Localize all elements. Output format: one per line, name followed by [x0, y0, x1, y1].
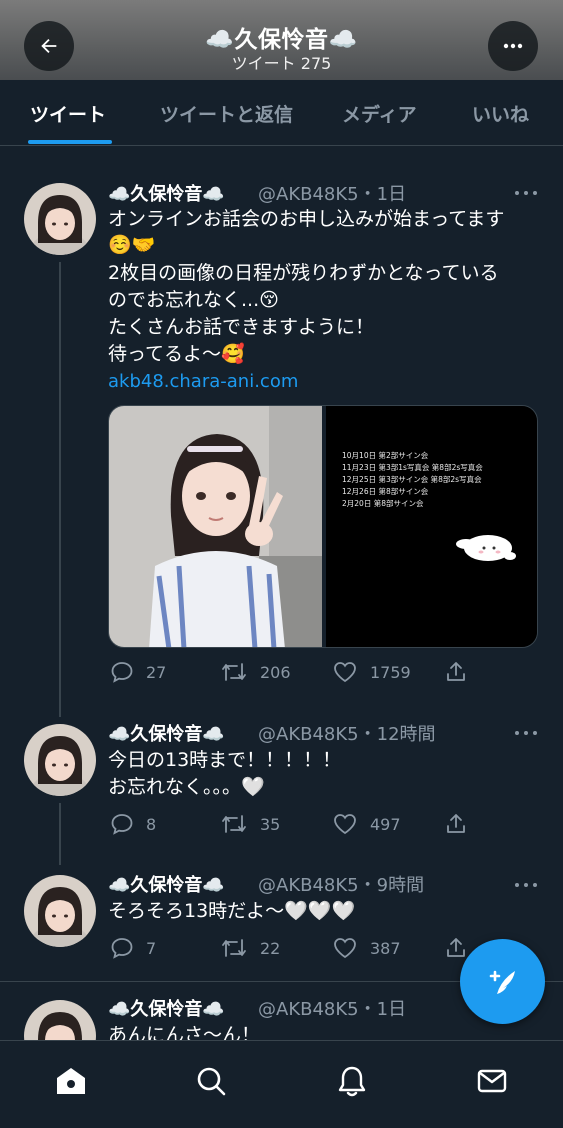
schedule-line: 10月10日 第2部サイン会 — [342, 451, 429, 460]
avatar[interactable] — [24, 875, 96, 947]
like-count: 497 — [370, 814, 401, 834]
more-horizontal-icon[interactable] — [514, 880, 538, 890]
author-name[interactable]: ☁️久保怜音☁️ — [108, 871, 225, 897]
tweet-text-line: お忘れなく。。。🤍 — [108, 776, 265, 798]
heart-icon — [334, 938, 356, 959]
tweet-text-line: 2枚目の画像の日程が残りわずかとなっている — [108, 262, 499, 284]
notifications-icon — [338, 1066, 366, 1097]
reply-count: 8 — [146, 814, 157, 834]
tweet-link[interactable]: akb48.chara-ani.com — [108, 371, 298, 392]
tweet-count: ツイート 275 — [231, 54, 332, 73]
reply-button[interactable]: 7 — [110, 936, 156, 960]
share-button[interactable] — [444, 812, 468, 836]
more-button[interactable] — [488, 21, 538, 71]
like-button[interactable]: 497 — [332, 812, 401, 836]
nav-search[interactable] — [191, 1061, 231, 1101]
schedule-image[interactable]: 10月10日 第2部サイン会 11月23日 第3部1s写真会 第8部2s写真会 … — [326, 406, 537, 647]
retweet-count: 206 — [260, 662, 291, 682]
thread-line — [59, 803, 61, 865]
author-handle-time: @AKB48K5・1日 — [258, 184, 407, 205]
thread-line — [59, 262, 61, 717]
heart-icon — [334, 814, 356, 835]
like-button[interactable]: 387 — [332, 936, 401, 960]
like-count: 1759 — [370, 662, 411, 682]
schedule-line: 2月20日 第8部サイン会 — [342, 499, 424, 508]
reply-count: 7 — [146, 938, 157, 958]
schedule-line: 12月25日 第3部サイン会 第8部2s写真会 — [342, 475, 482, 484]
tweet-text-line: たくさんお話できますように！ — [108, 316, 375, 338]
retweet-count: 35 — [260, 814, 281, 834]
active-tab-indicator — [28, 140, 112, 144]
retweet-icon — [222, 663, 246, 681]
retweet-button[interactable]: 206 — [220, 660, 291, 684]
retweet-icon — [222, 815, 246, 833]
home-icon — [57, 1068, 85, 1094]
nav-messages[interactable] — [472, 1061, 512, 1101]
author-handle-time: @AKB48K5・12時間 — [258, 724, 436, 745]
schedule-line: 12月26日 第8部サイン会 — [342, 487, 429, 496]
retweet-icon — [222, 939, 246, 957]
avatar[interactable] — [24, 183, 96, 255]
retweet-button[interactable]: 35 — [220, 812, 280, 836]
tweet-text-line: そろそろ13時だよ〜🤍🤍🤍 — [108, 900, 356, 922]
tweet-text-line: ☺️🤝 — [108, 234, 156, 256]
author-name[interactable]: ☁️久保怜音☁️ — [108, 180, 225, 206]
retweet-count: 22 — [260, 938, 281, 958]
avatar[interactable] — [24, 724, 96, 796]
reply-icon — [111, 814, 133, 835]
tab-likes[interactable]: いいね — [472, 100, 529, 127]
reply-button[interactable]: 27 — [110, 660, 166, 684]
search-icon — [197, 1067, 226, 1096]
share-icon — [447, 814, 465, 833]
heart-icon — [334, 662, 356, 683]
tweet-text-line: オンラインお話会のお申し込みが始まってます — [108, 208, 505, 230]
more-horizontal-icon[interactable] — [514, 728, 538, 738]
schedule-line: 11月23日 第3部1s写真会 第8部2s写真会 — [342, 463, 483, 472]
profile-name: ☁️久保怜音☁️ — [205, 27, 358, 53]
tab-tweets[interactable]: ツイート — [30, 100, 106, 127]
share-button[interactable] — [444, 936, 468, 960]
share-icon — [447, 662, 465, 681]
tweet-text-line: 今日の13時まで！！！！！ — [108, 749, 342, 771]
profile-tabs: ツイート ツイートと返信 メディア いいね — [0, 80, 563, 146]
tweet-text-line: 待ってるよ〜🥰 — [108, 343, 245, 365]
reply-icon — [111, 938, 133, 959]
reply-count: 27 — [146, 662, 167, 682]
author-handle-time: @AKB48K5・9時間 — [258, 875, 425, 896]
share-icon — [447, 938, 465, 957]
messages-icon — [477, 1069, 507, 1093]
like-button[interactable]: 1759 — [332, 660, 411, 684]
reply-button[interactable]: 8 — [110, 812, 156, 836]
author-name[interactable]: ☁️久保怜音☁️ — [108, 995, 225, 1021]
more-horizontal-icon — [503, 43, 523, 49]
nav-home[interactable] — [51, 1061, 91, 1101]
author-handle-time: @AKB48K5・1日 — [258, 999, 407, 1020]
tab-tweets-replies[interactable]: ツイートと返信 — [160, 100, 293, 127]
tweet-text-line: のでお忘れなく...😚 — [108, 289, 279, 311]
tab-media[interactable]: メディア — [342, 100, 417, 127]
nav-notifications[interactable] — [332, 1061, 372, 1101]
compose-tweet-button[interactable] — [460, 939, 545, 1024]
like-count: 387 — [370, 938, 401, 958]
retweet-button[interactable]: 22 — [220, 936, 280, 960]
compose-tweet-icon — [489, 970, 515, 994]
profile-header: ☁️久保怜音☁️ ツイート 275 — [0, 0, 563, 80]
reply-icon — [111, 662, 133, 683]
photo-image[interactable] — [109, 406, 322, 647]
bottom-navigation — [0, 1040, 563, 1128]
share-button[interactable] — [444, 660, 468, 684]
author-name[interactable]: ☁️久保怜音☁️ — [108, 720, 225, 746]
more-horizontal-icon[interactable] — [514, 188, 538, 198]
cinnamoroll-sticker — [456, 535, 516, 561]
tweet-media[interactable]: 10月10日 第2部サイン会 11月23日 第3部1s写真会 第8部2s写真会 … — [108, 405, 538, 648]
